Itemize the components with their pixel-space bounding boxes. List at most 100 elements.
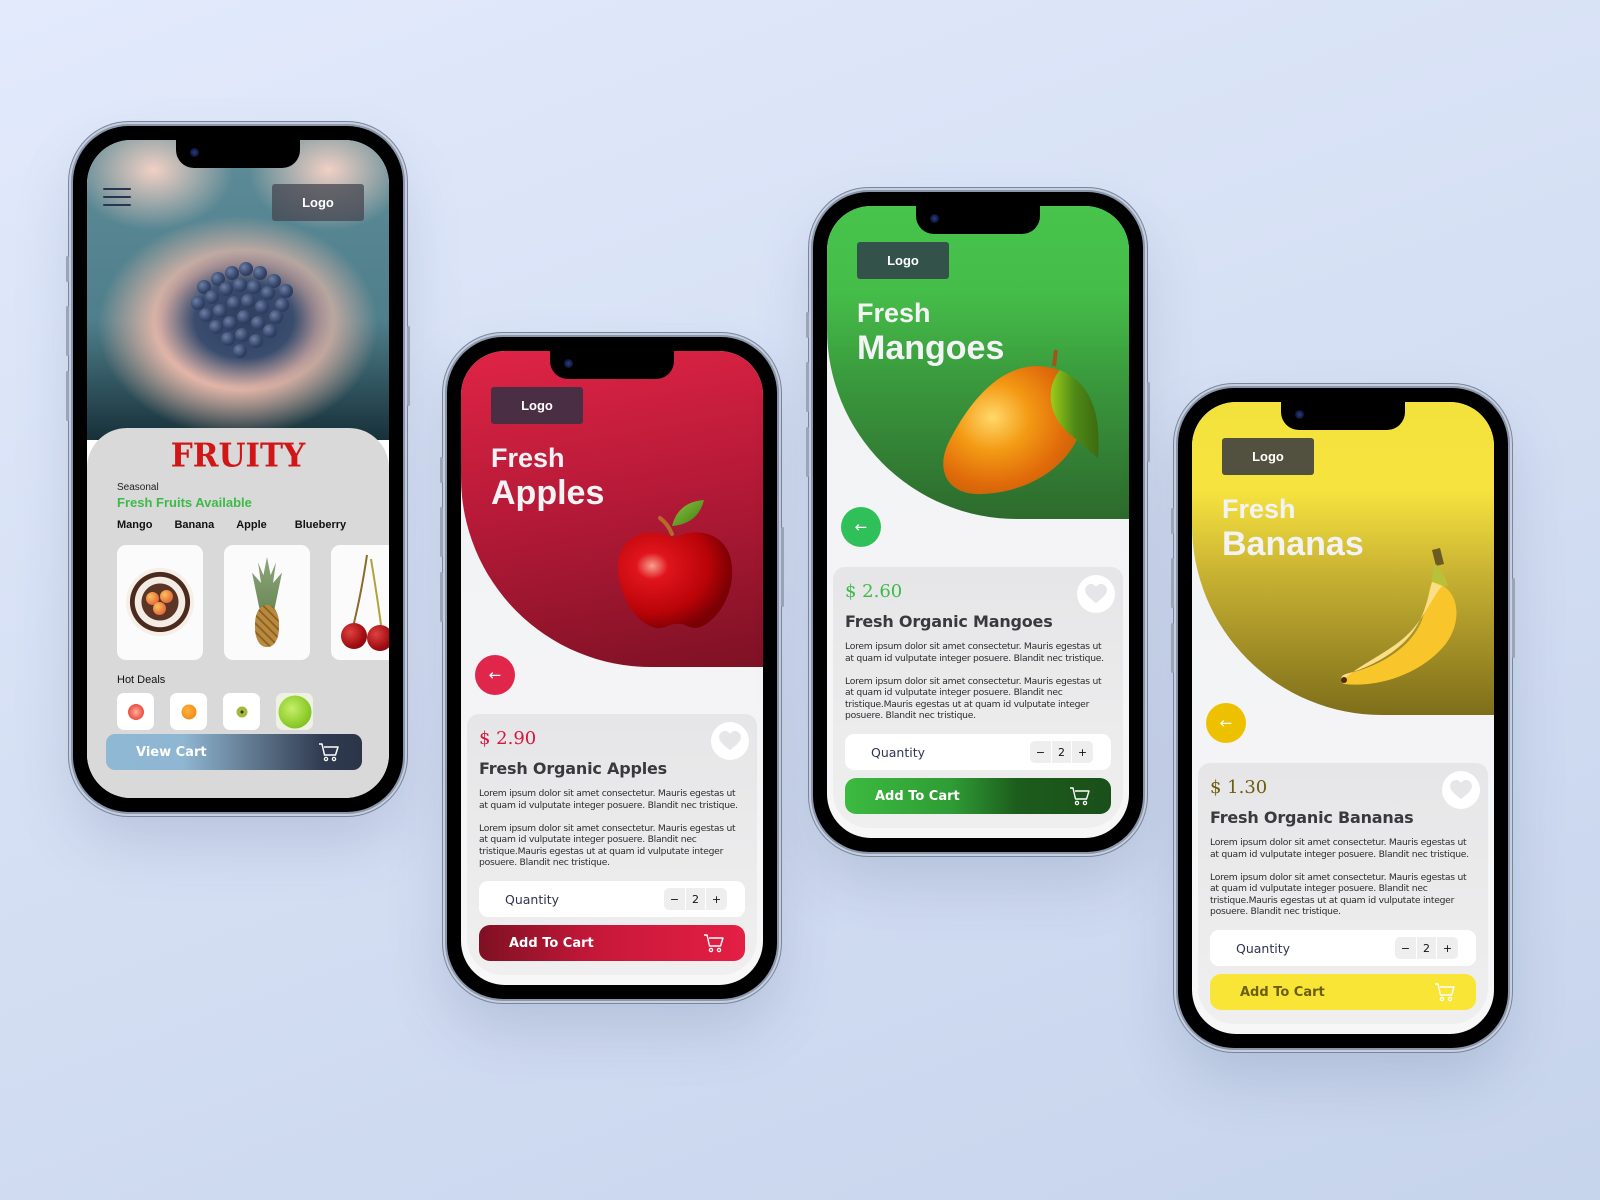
logo: Logo bbox=[857, 242, 949, 279]
fruit-card-cherries[interactable] bbox=[331, 545, 389, 660]
arrow-left-icon: ← bbox=[854, 518, 868, 536]
arrow-left-icon: ← bbox=[488, 666, 502, 684]
quantity-label: Quantity bbox=[871, 744, 926, 760]
add-to-cart-label: Add To Cart bbox=[875, 788, 960, 804]
quantity-row: Quantity − 2 + bbox=[1210, 930, 1476, 966]
phone-side-button bbox=[806, 362, 809, 412]
phone-power-button bbox=[1512, 578, 1515, 658]
phone-home-screen: Logo FRUITY Seasonal Fresh Fruits Availa… bbox=[66, 126, 410, 812]
quantity-stepper[interactable]: − 2 + bbox=[664, 888, 727, 910]
tab-mango[interactable]: Mango bbox=[117, 519, 152, 531]
quantity-label: Quantity bbox=[1236, 940, 1291, 956]
apple-image bbox=[617, 500, 733, 629]
phone-product-bananas: Logo Fresh Bananas ← $ 1.30 Fresh Organi… bbox=[1171, 388, 1515, 1048]
phone-side-button bbox=[1171, 508, 1174, 534]
product-price: $ 2.90 bbox=[479, 728, 537, 750]
fruit-carousel[interactable] bbox=[117, 545, 389, 660]
notch bbox=[916, 206, 1040, 234]
favorite-button[interactable] bbox=[1077, 575, 1115, 614]
product-price: $ 2.60 bbox=[845, 581, 903, 603]
quantity-stepper[interactable]: − 2 + bbox=[1030, 741, 1093, 763]
quantity-label: Quantity bbox=[505, 891, 560, 907]
decrement-button[interactable]: − bbox=[1395, 937, 1416, 959]
product-details-card: $ 2.90 Fresh Organic Apples Lorem ipsum … bbox=[467, 714, 757, 975]
quantity-stepper[interactable]: − 2 + bbox=[1395, 937, 1458, 959]
increment-button[interactable]: + bbox=[706, 888, 727, 910]
decrement-button[interactable]: − bbox=[664, 888, 685, 910]
phone-side-button bbox=[440, 507, 443, 557]
product-price: $ 1.30 bbox=[1210, 777, 1268, 799]
favorite-button[interactable] bbox=[1442, 771, 1480, 810]
phone-power-button bbox=[781, 527, 784, 607]
increment-button[interactable]: + bbox=[1072, 741, 1093, 763]
product-name: Fresh Organic Apples bbox=[479, 759, 667, 779]
phone-side-button bbox=[1171, 623, 1174, 673]
fresh-fruits-heading: Fresh Fruits Available bbox=[117, 495, 252, 510]
logo: Logo bbox=[1222, 438, 1314, 475]
hero-title-line2: Mangoes bbox=[857, 329, 1005, 367]
favorite-button[interactable] bbox=[711, 722, 749, 761]
camera-icon bbox=[190, 148, 199, 157]
hot-deal-green-apple[interactable] bbox=[276, 693, 313, 730]
logo: Logo bbox=[491, 387, 583, 424]
product-details-card: $ 2.60 Fresh Organic Mangoes Lorem ipsum… bbox=[833, 567, 1123, 828]
hero-title: Fresh Apples bbox=[491, 443, 604, 513]
product-description: Lorem ipsum dolor sit amet consectetur. … bbox=[1210, 871, 1467, 918]
hot-deals-list bbox=[117, 693, 389, 730]
hero-title-line2: Apples bbox=[491, 474, 605, 512]
pineapple-image bbox=[255, 605, 279, 647]
quantity-row: Quantity − 2 + bbox=[479, 881, 745, 917]
tab-apple[interactable]: Apple bbox=[236, 519, 267, 531]
fruit-card-pineapple[interactable] bbox=[224, 545, 310, 660]
hot-deal-kiwi[interactable] bbox=[223, 693, 260, 730]
camera-icon bbox=[1295, 410, 1304, 419]
quantity-row: Quantity − 2 + bbox=[845, 734, 1111, 770]
notch bbox=[176, 140, 300, 168]
hot-deals-title: Hot Deals bbox=[117, 674, 166, 686]
back-button[interactable]: ← bbox=[841, 507, 881, 547]
hero-title: Fresh Mangoes bbox=[857, 298, 1004, 368]
tab-banana[interactable]: Banana bbox=[174, 519, 214, 531]
phone-product-apples: Logo Fresh Apples ← $ 2.90 Fresh Organic… bbox=[440, 337, 784, 999]
notch bbox=[550, 351, 674, 379]
add-to-cart-button[interactable]: Add To Cart bbox=[479, 925, 745, 961]
blueberries-image bbox=[187, 250, 297, 360]
apples-bowl-image bbox=[126, 568, 194, 636]
cart-icon bbox=[1434, 982, 1456, 1002]
product-description: Lorem ipsum dolor sit amet consectetur. … bbox=[479, 822, 736, 869]
view-cart-button[interactable]: View Cart bbox=[106, 734, 362, 770]
phone-side-button bbox=[806, 312, 809, 338]
hero-title-line1: Fresh bbox=[1222, 494, 1296, 524]
mango-image bbox=[943, 349, 1099, 495]
banana-image bbox=[1341, 548, 1457, 685]
hero-title-line1: Fresh bbox=[491, 443, 565, 473]
product-name: Fresh Organic Mangoes bbox=[845, 612, 1053, 632]
quantity-value: 2 bbox=[685, 888, 706, 910]
add-to-cart-button[interactable]: Add To Cart bbox=[845, 778, 1111, 814]
phone-side-button bbox=[66, 256, 69, 282]
tab-blueberry[interactable]: Blueberry bbox=[295, 519, 346, 531]
phone-side-button bbox=[1171, 558, 1174, 608]
phone-side-button bbox=[440, 572, 443, 622]
hero-title-line1: Fresh bbox=[857, 298, 931, 328]
screen: Logo Fresh Mangoes ← $ 2.60 Fresh Organi… bbox=[827, 206, 1129, 838]
screen: Logo Fresh Bananas ← $ 1.30 Fresh Organi… bbox=[1192, 402, 1494, 1034]
hot-deal-orange[interactable] bbox=[170, 693, 207, 730]
decrement-button[interactable]: − bbox=[1030, 741, 1051, 763]
product-description: Lorem ipsum dolor sit amet consectetur. … bbox=[845, 675, 1102, 722]
back-button[interactable]: ← bbox=[1206, 703, 1246, 743]
cherry-image bbox=[341, 623, 367, 649]
phone-power-button bbox=[1147, 382, 1150, 462]
hot-deal-grapefruit[interactable] bbox=[117, 693, 154, 730]
phone-side-button bbox=[806, 427, 809, 477]
fruit-card-apples-bowl[interactable] bbox=[117, 545, 203, 660]
cherry-image bbox=[367, 625, 389, 651]
back-button[interactable]: ← bbox=[475, 655, 515, 695]
hamburger-menu-icon[interactable] bbox=[103, 188, 131, 208]
increment-button[interactable]: + bbox=[1437, 937, 1458, 959]
heart-icon bbox=[719, 731, 741, 751]
add-to-cart-button[interactable]: Add To Cart bbox=[1210, 974, 1476, 1010]
cart-icon bbox=[703, 933, 725, 953]
product-description: Lorem ipsum dolor sit amet consectetur. … bbox=[845, 641, 1104, 665]
logo: Logo bbox=[272, 184, 364, 221]
